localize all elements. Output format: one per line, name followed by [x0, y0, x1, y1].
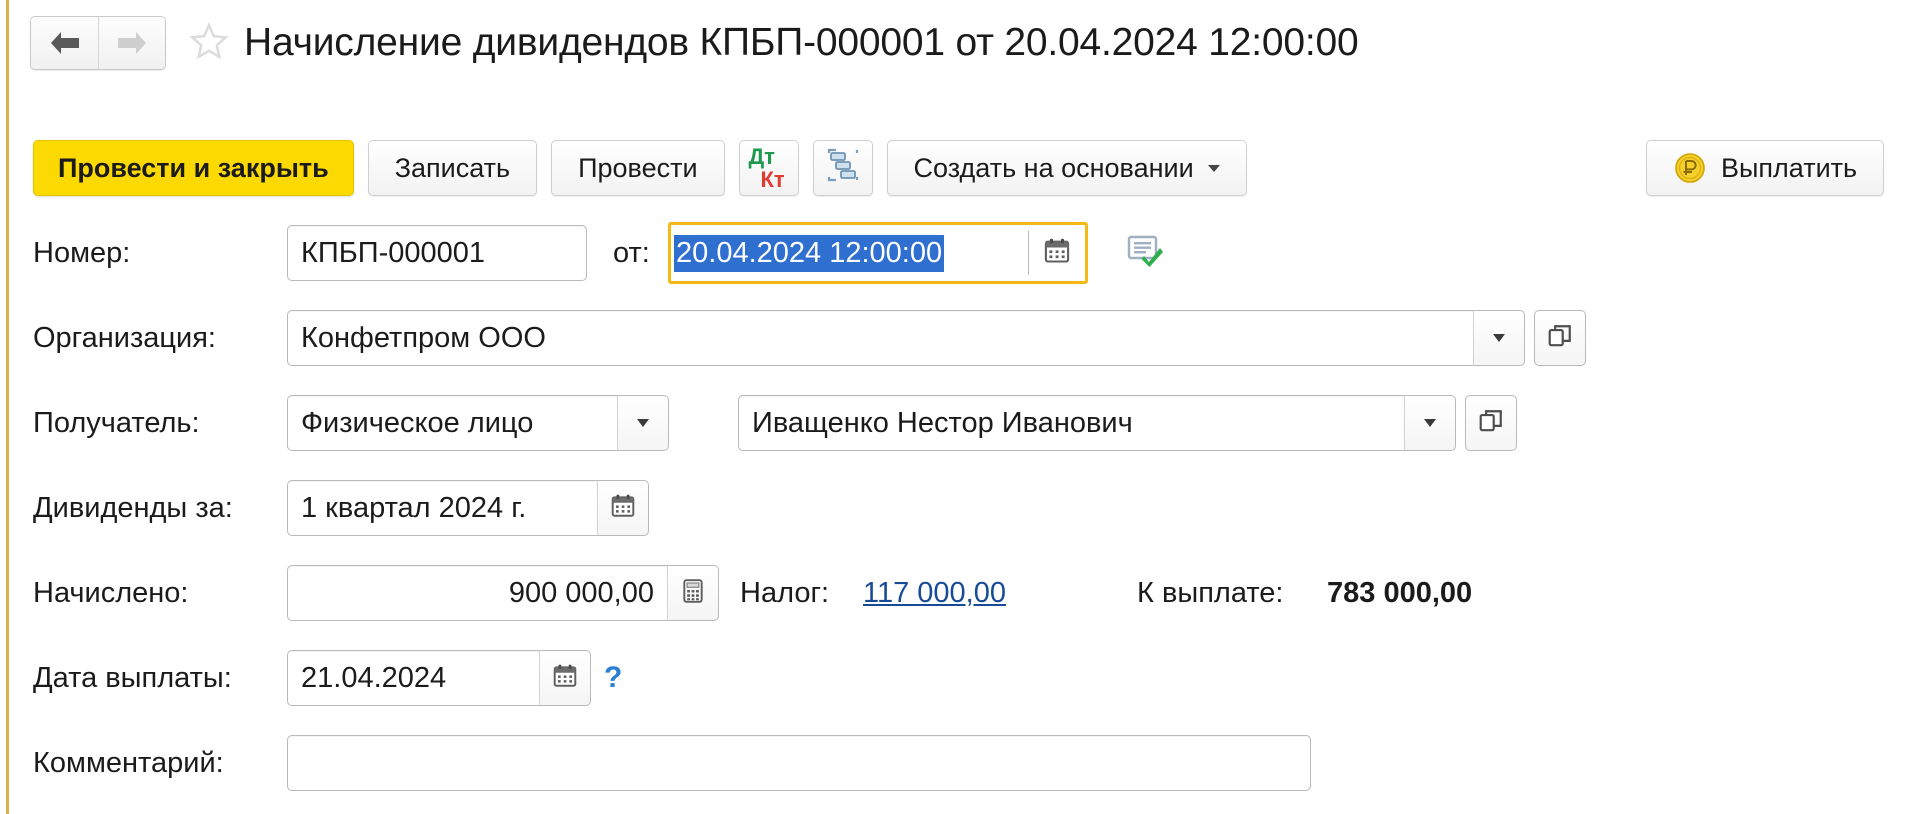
- document-date-field-group: 20.04.2024 12:00:00: [668, 222, 1166, 284]
- payment-date-input[interactable]: 21.04.2024: [287, 650, 539, 706]
- document-posted-icon: [1126, 233, 1166, 274]
- period-input[interactable]: 1 квартал 2024 г.: [287, 480, 597, 536]
- star-icon: [189, 21, 229, 66]
- recipient-name-dropdown-button[interactable]: [1404, 395, 1456, 451]
- pay-label: Выплатить: [1721, 152, 1858, 183]
- payment-date-calendar-button[interactable]: [539, 650, 591, 706]
- back-button[interactable]: [31, 17, 98, 69]
- document-posted-status[interactable]: [1126, 222, 1166, 284]
- command-bar-right: Выплатить: [1646, 140, 1885, 196]
- page-title: Начисление дивидендов КПБП-000001 от 20.…: [244, 21, 1359, 64]
- recipient-name-input[interactable]: Иващенко Нестор Иванович: [738, 395, 1404, 451]
- calendar-icon: [610, 493, 636, 524]
- payment-date-label: Дата выплаты:: [33, 662, 232, 694]
- post-and-close-button[interactable]: Провести и закрыть: [33, 140, 354, 196]
- create-based-on-button[interactable]: Создать на основании: [886, 140, 1247, 196]
- arrow-left-icon: [48, 30, 82, 56]
- number-input[interactable]: КПБП-000001: [287, 225, 587, 281]
- chevron-down-icon: [1424, 419, 1436, 427]
- row-comment: Комментарий:: [0, 735, 1920, 814]
- calendar-icon: [1043, 237, 1071, 270]
- open-record-icon: [1478, 408, 1504, 439]
- pay-button[interactable]: Выплатить: [1646, 140, 1885, 196]
- document-date-calendar-button[interactable]: [1029, 225, 1085, 281]
- payment-date-help-link[interactable]: ?: [604, 650, 622, 706]
- accrued-label: Начислено:: [33, 577, 189, 609]
- save-button[interactable]: Записать: [367, 140, 538, 196]
- payable-value: 783 000,00: [1327, 577, 1473, 609]
- chevron-down-icon: [1493, 334, 1505, 342]
- dt-kt-icon: Дт Кт: [748, 145, 785, 192]
- accrued-input[interactable]: 900 000,00: [287, 565, 667, 621]
- navigation-buttons: [30, 16, 166, 70]
- create-based-on-label: Создать на основании: [913, 152, 1194, 183]
- calculator-icon: [680, 578, 706, 609]
- postings-dt-kt-button[interactable]: Дт Кт: [738, 140, 799, 196]
- tax-value-link[interactable]: 117 000,00: [863, 565, 1006, 621]
- document-date-value: 20.04.2024 12:00:00: [674, 234, 945, 272]
- form-body: Номер: КПБП-000001 от: 20.04.2024 12:00:…: [0, 222, 1920, 814]
- comment-label: Комментарий:: [33, 747, 224, 779]
- calendar-icon: [552, 663, 578, 694]
- favorite-button[interactable]: [188, 21, 230, 66]
- organization-dropdown-button[interactable]: [1473, 310, 1525, 366]
- row-recipient: Получатель: Физическое лицо Иващенко Нес…: [0, 395, 1920, 480]
- row-organization: Организация: Конфетпром ООО: [0, 310, 1920, 395]
- organization-field-group: Конфетпром ООО: [287, 310, 1586, 366]
- comment-field-group: [287, 735, 1311, 791]
- accrued-calculator-button[interactable]: [667, 565, 719, 621]
- tax-label: Налог:: [740, 577, 830, 609]
- row-number: Номер: КПБП-000001 от: 20.04.2024 12:00:…: [0, 222, 1920, 310]
- accrued-field-group: 900 000,00: [287, 565, 719, 621]
- forward-button[interactable]: [98, 17, 165, 69]
- kt-label: Кт: [760, 166, 785, 192]
- payable-label: К выплате:: [1137, 577, 1284, 609]
- command-bar: Провести и закрыть Записать Провести Дт …: [33, 140, 1247, 196]
- dt-label: Дт: [748, 143, 775, 169]
- recipient-type-dropdown-button[interactable]: [617, 395, 669, 451]
- row-accrued: Начислено: 900 000,00 Налог: 117 000,00 …: [0, 565, 1920, 650]
- recipient-open-button[interactable]: [1465, 395, 1517, 451]
- number-field-group: КПБП-000001: [287, 225, 587, 281]
- recipient-type-input[interactable]: Физическое лицо: [287, 395, 617, 451]
- number-label: Номер:: [33, 237, 131, 269]
- period-label: Дивиденды за:: [33, 492, 233, 524]
- chevron-down-icon: [1207, 164, 1220, 172]
- document-date-value-wrap: 20.04.2024 12:00:00: [671, 225, 945, 281]
- period-calendar-button[interactable]: [597, 480, 649, 536]
- organization-open-button[interactable]: [1534, 310, 1586, 366]
- post-button[interactable]: Провести: [551, 140, 725, 196]
- document-structure-button[interactable]: [812, 140, 873, 196]
- document-date-input[interactable]: 20.04.2024 12:00:00: [668, 222, 1088, 284]
- arrow-right-icon: [115, 30, 149, 56]
- title-bar: Начисление дивидендов КПБП-000001 от 20.…: [30, 12, 1359, 74]
- recipient-name-field-group: Иващенко Нестор Иванович: [738, 395, 1517, 451]
- organization-input[interactable]: Конфетпром ООО: [287, 310, 1473, 366]
- recipient-field-group: Физическое лицо: [287, 395, 669, 451]
- organization-label: Организация:: [33, 322, 216, 354]
- date-prefix-label: от:: [613, 237, 650, 269]
- open-record-icon: [1547, 323, 1573, 354]
- row-payment-date: Дата выплаты: 21.04.2024 ?: [0, 650, 1920, 735]
- document-structure-icon: [826, 148, 860, 189]
- comment-input[interactable]: [287, 735, 1311, 791]
- row-period: Дивиденды за: 1 квартал 2024 г.: [0, 480, 1920, 565]
- period-field-group: 1 квартал 2024 г.: [287, 480, 649, 536]
- chevron-down-icon: [637, 419, 649, 427]
- ruble-coin-icon: [1673, 151, 1707, 185]
- document-form-window: Начисление дивидендов КПБП-000001 от 20.…: [0, 0, 1920, 814]
- payment-date-field-group: 21.04.2024: [287, 650, 591, 706]
- recipient-label: Получатель:: [33, 407, 200, 439]
